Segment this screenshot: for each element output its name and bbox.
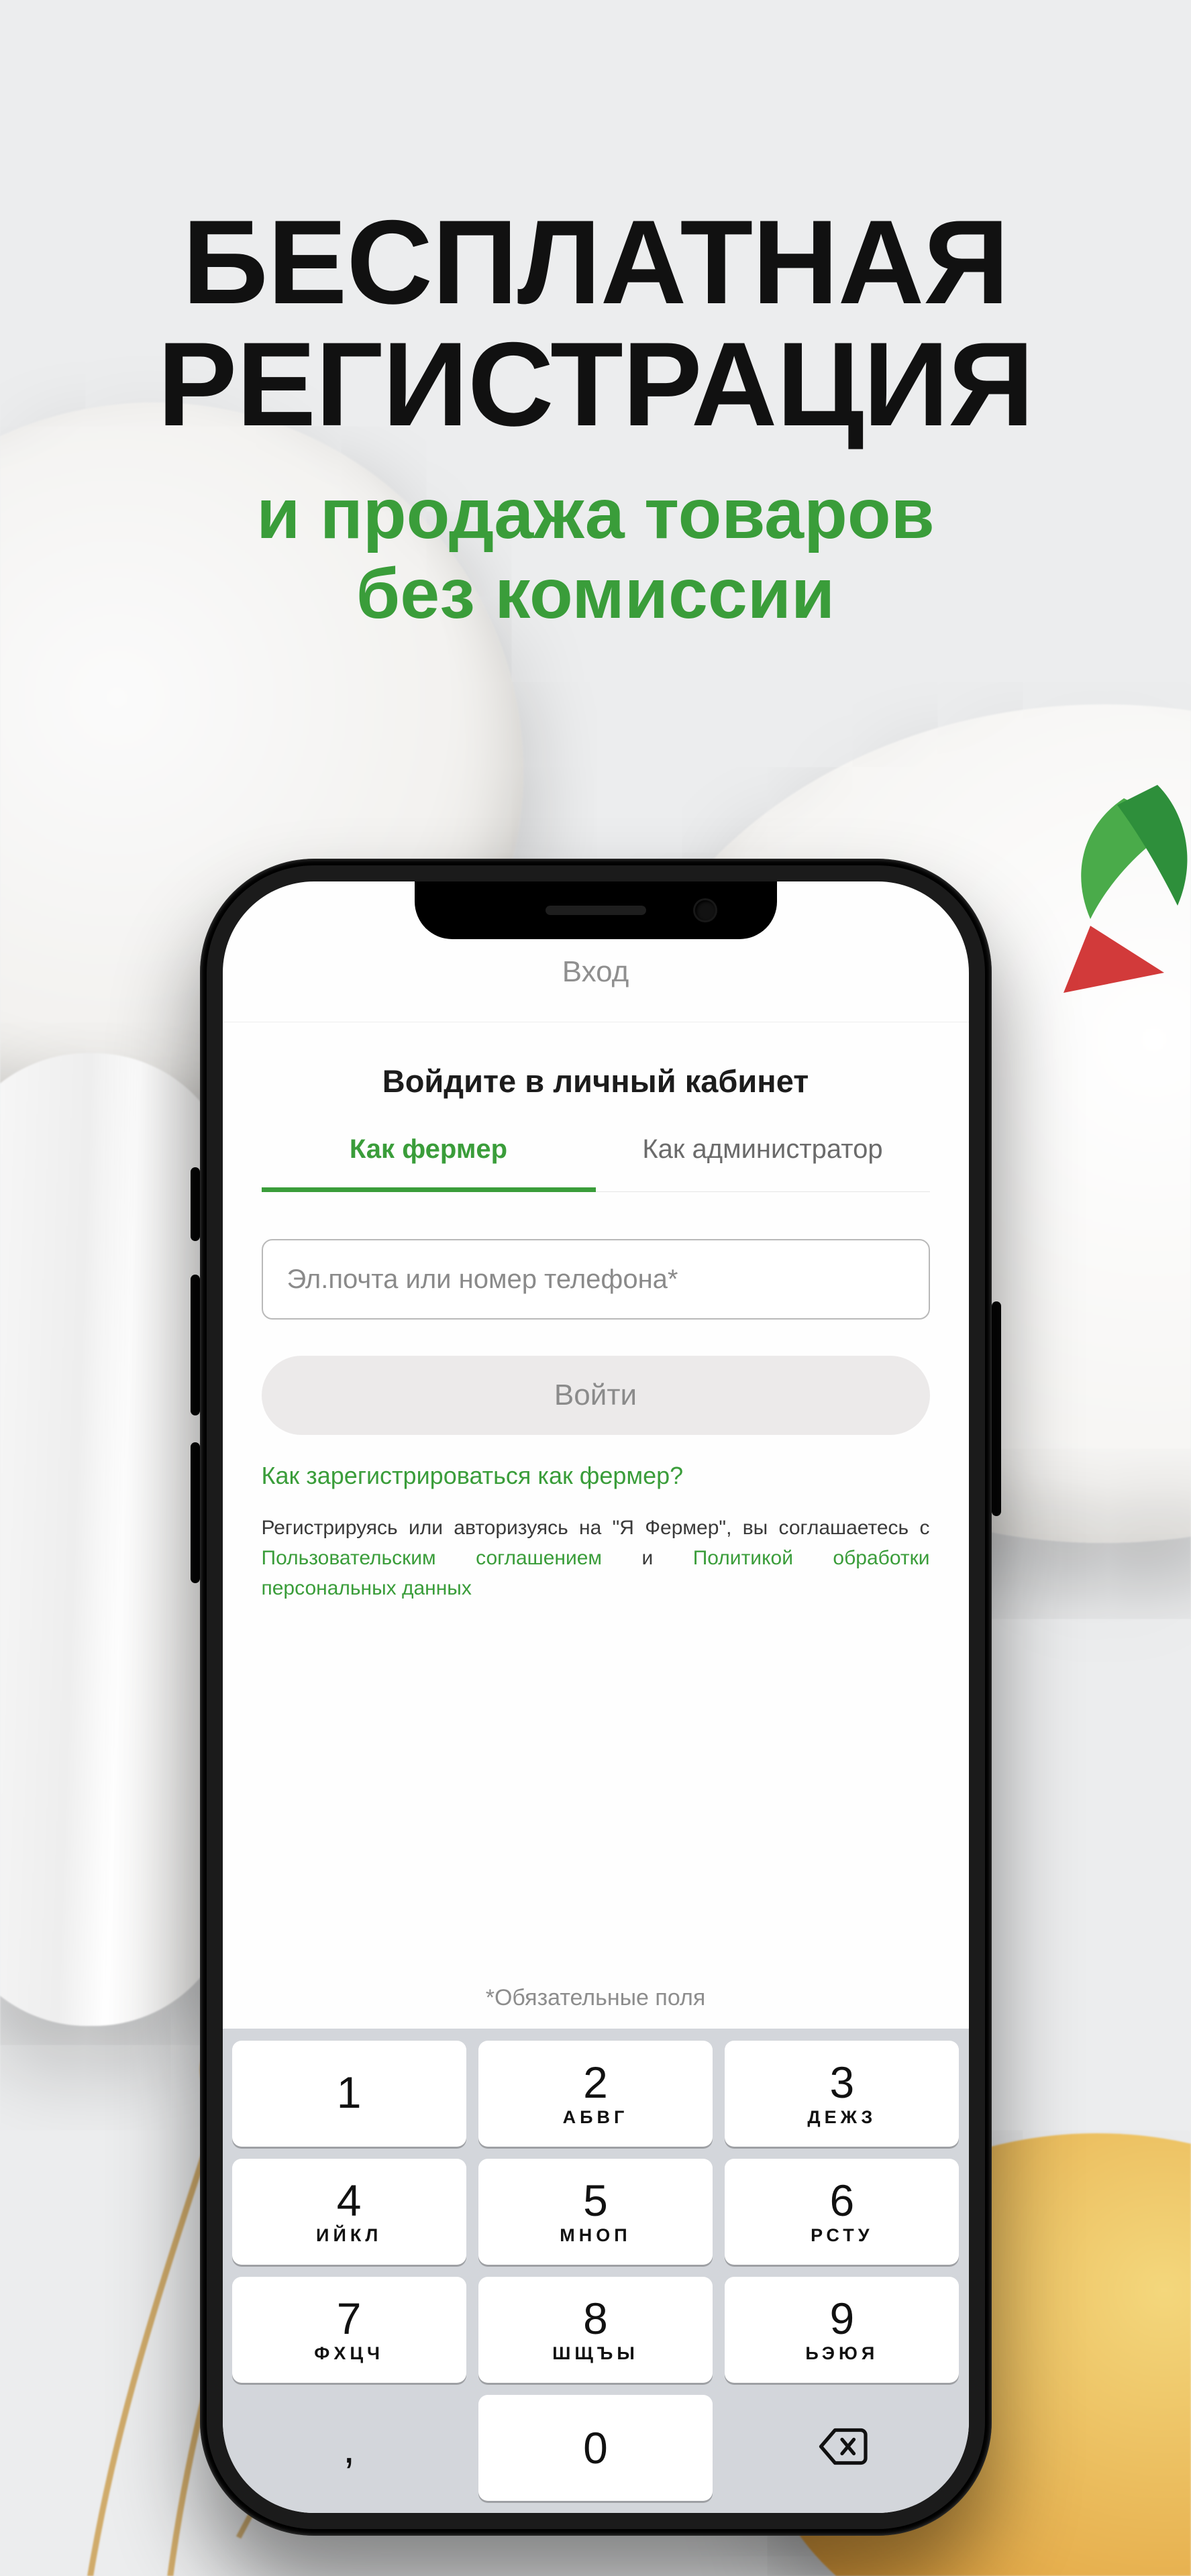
promo-title: БЕСПЛАТНАЯ РЕГИСТРАЦИЯ bbox=[0, 201, 1191, 445]
key-1[interactable]: 1 bbox=[232, 2041, 466, 2147]
tab-farmer[interactable]: Как фермер bbox=[262, 1134, 596, 1192]
tab-admin[interactable]: Как администратор bbox=[596, 1134, 930, 1191]
phone-notch bbox=[415, 881, 777, 939]
navbar-title: Вход bbox=[223, 955, 969, 989]
key-8[interactable]: 8ШЩЪЫ bbox=[478, 2277, 713, 2383]
backspace-icon bbox=[814, 2418, 870, 2478]
legal-text: Регистрируясь или авторизуясь на "Я Ферм… bbox=[262, 1513, 930, 1603]
login-button[interactable]: Войти bbox=[262, 1356, 930, 1435]
key-6[interactable]: 6РСТУ bbox=[725, 2159, 959, 2265]
key-3[interactable]: 3ДЕЖЗ bbox=[725, 2041, 959, 2147]
numeric-keyboard: 1 2АБВГ 3ДЕЖЗ 4ИЙКЛ 5МНОП 6РСТУ 7ФХЦЧ 8Ш… bbox=[223, 2029, 969, 2513]
key-2[interactable]: 2АБВГ bbox=[478, 2041, 713, 2147]
key-comma[interactable]: , bbox=[232, 2395, 466, 2501]
register-as-farmer-link[interactable]: Как зарегистрироваться как фермер? bbox=[262, 1462, 930, 1490]
login-input[interactable] bbox=[262, 1239, 930, 1320]
key-4[interactable]: 4ИЙКЛ bbox=[232, 2159, 466, 2265]
required-fields-note: *Обязательные поля bbox=[223, 1965, 969, 2029]
key-5[interactable]: 5МНОП bbox=[478, 2159, 713, 2265]
terms-link[interactable]: Пользовательским соглашением bbox=[262, 1547, 603, 1569]
key-7[interactable]: 7ФХЦЧ bbox=[232, 2277, 466, 2383]
phone-mockup: Вход Войдите в личный кабинет Как фермер… bbox=[200, 859, 992, 2536]
brand-leaf-icon bbox=[1043, 771, 1191, 1000]
login-tabs: Как фермер Как администратор bbox=[262, 1134, 930, 1192]
login-heading: Войдите в личный кабинет bbox=[262, 1063, 930, 1099]
promo-headline: БЕСПЛАТНАЯ РЕГИСТРАЦИЯ и продажа товаров… bbox=[0, 0, 1191, 634]
promo-subtitle: и продажа товаров без комиссии bbox=[0, 474, 1191, 633]
key-9[interactable]: 9ЬЭЮЯ bbox=[725, 2277, 959, 2383]
key-0[interactable]: 0 bbox=[478, 2395, 713, 2501]
key-backspace[interactable] bbox=[725, 2395, 959, 2501]
